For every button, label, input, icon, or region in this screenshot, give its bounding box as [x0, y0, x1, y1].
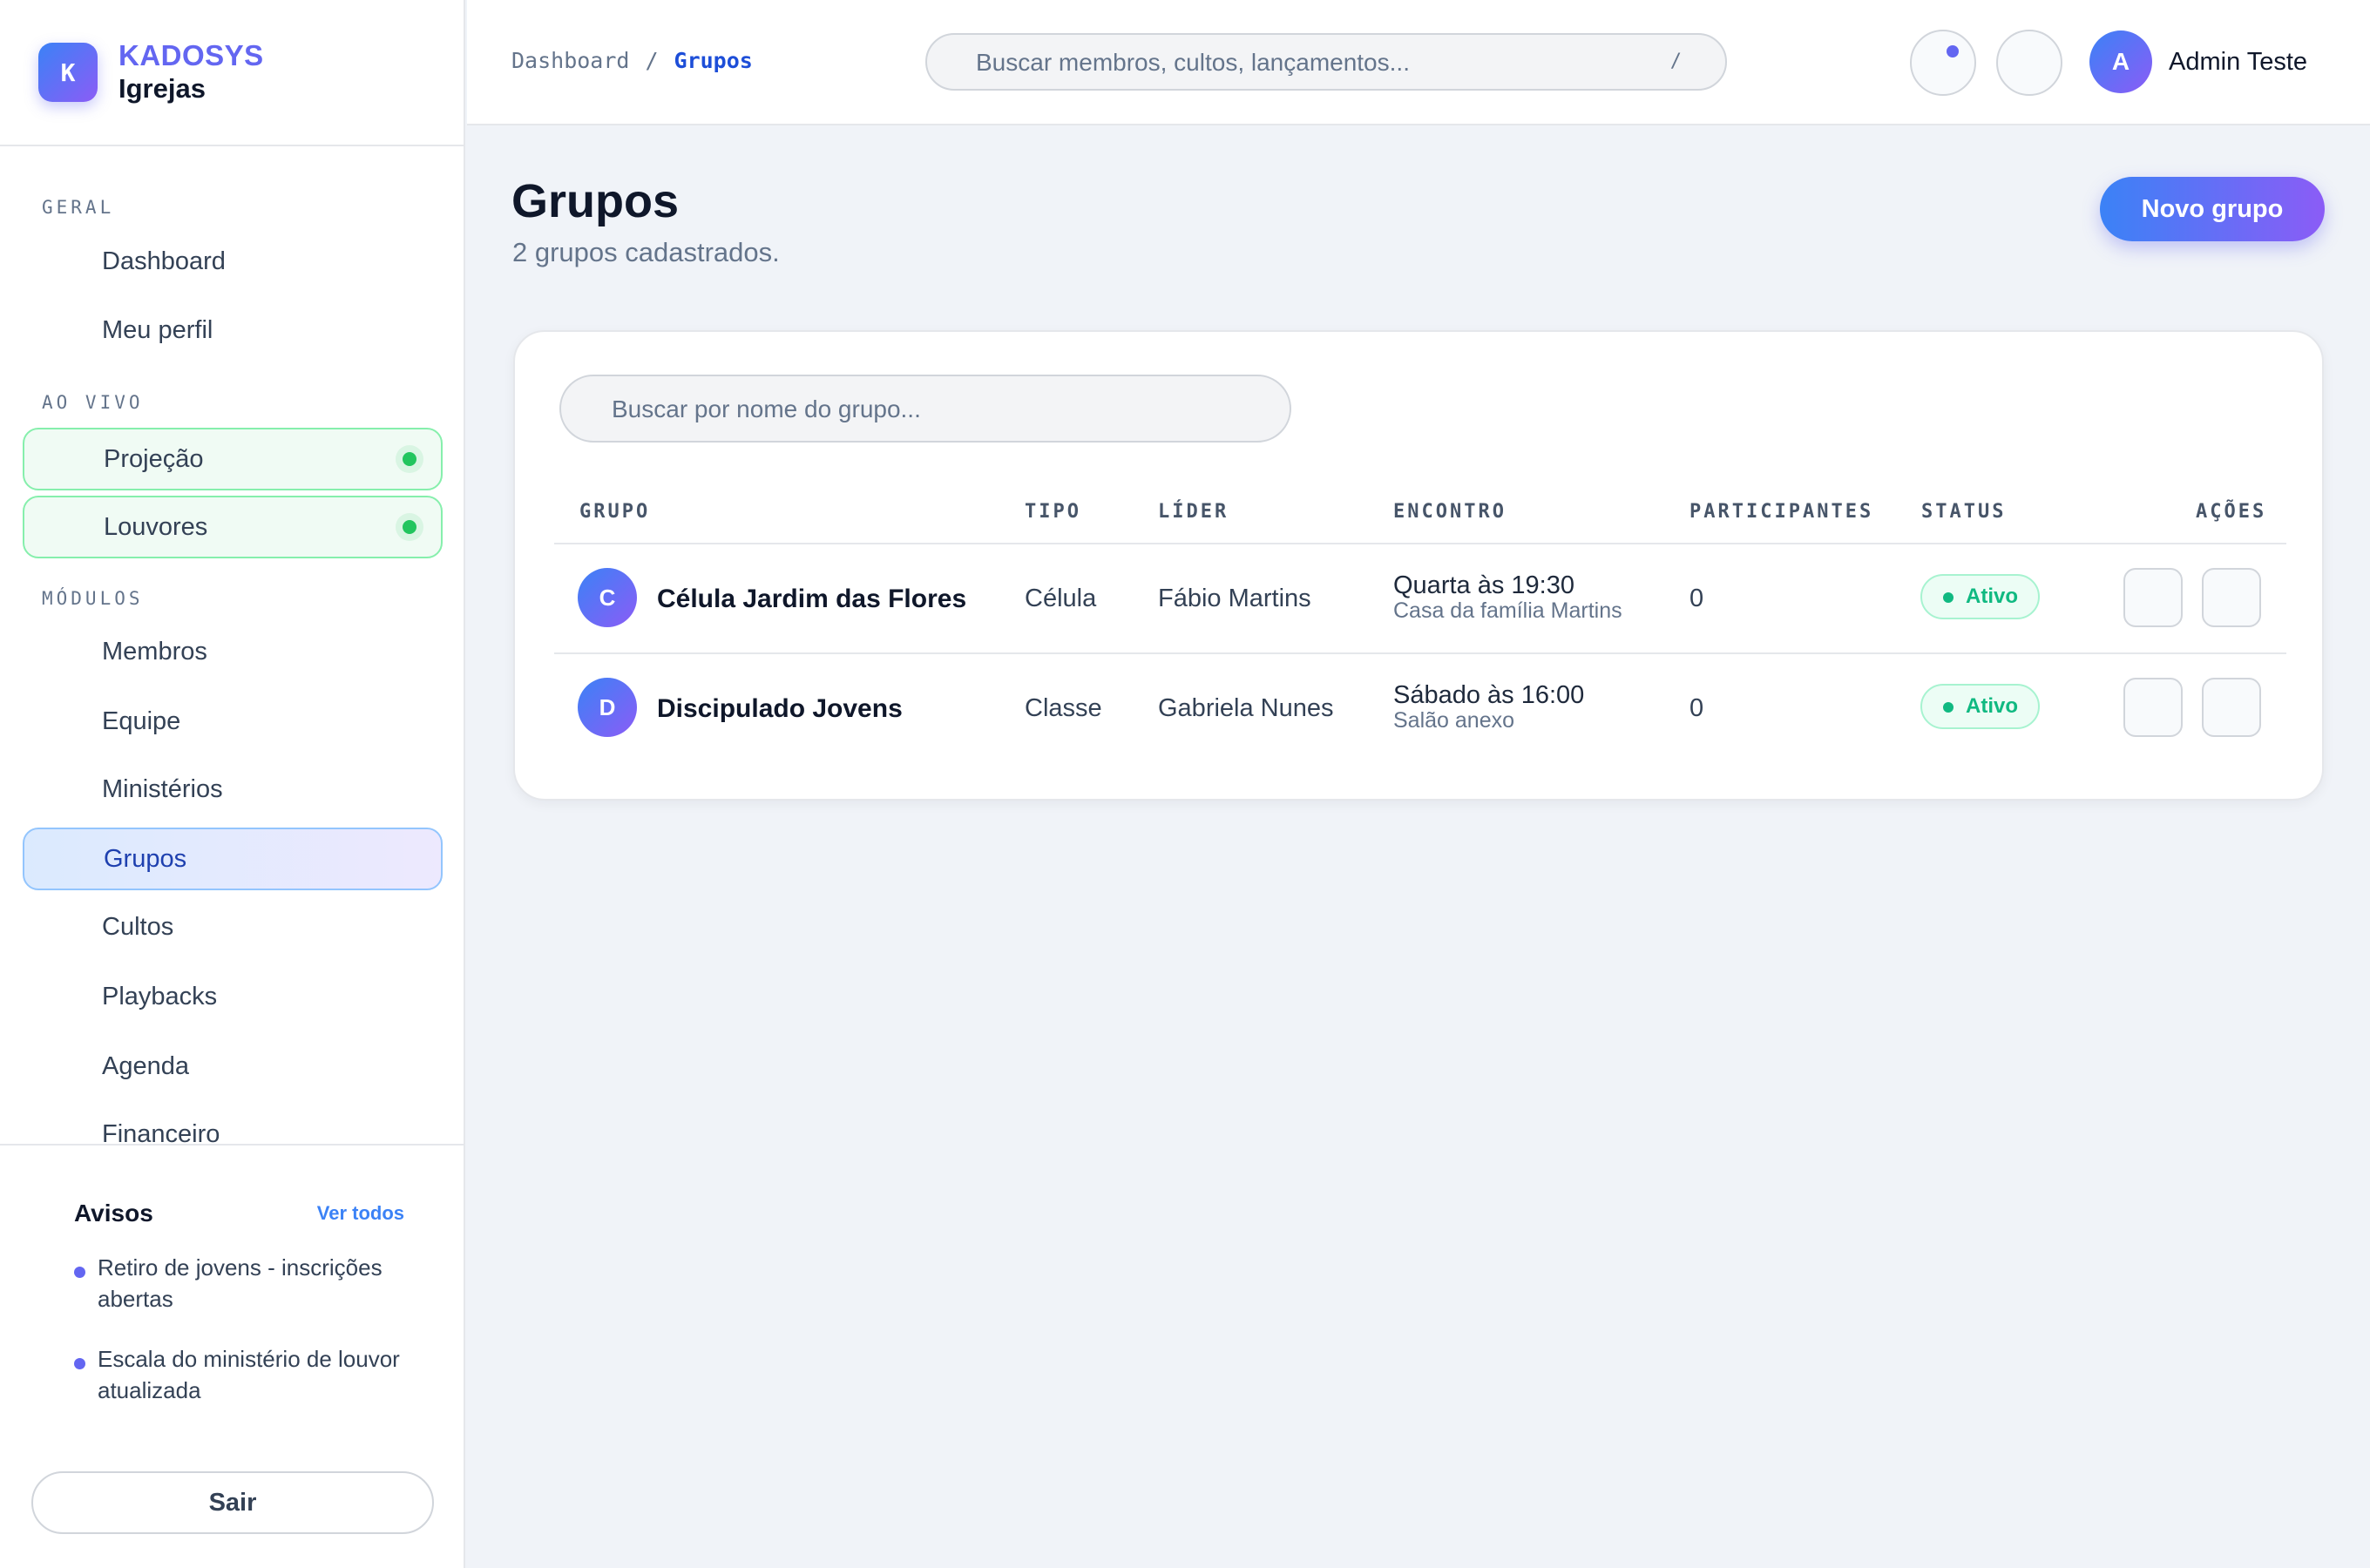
sidebar-item-grupos[interactable]: Grupos	[23, 828, 443, 890]
breadcrumb-separator: /	[645, 48, 659, 73]
meeting-location: Casa da família Martins	[1393, 598, 1622, 623]
group-avatar: C	[578, 568, 637, 627]
theme-toggle-button[interactable]	[1996, 30, 2062, 96]
meeting-time: Quarta às 19:30	[1393, 571, 1574, 599]
column-header-tipo: TIPO	[1025, 501, 1081, 523]
sidebar-nav: GERAL Dashboard Meu perfil AO VIVO Proje…	[0, 146, 465, 1144]
group-search[interactable]	[559, 375, 1291, 443]
group-name[interactable]: Discipulado Jovens	[657, 694, 903, 724]
sidebar-item-projecao[interactable]: Projeção	[23, 428, 443, 490]
avisos-header: Avisos Ver todos	[74, 1200, 404, 1227]
edit-button[interactable]	[2123, 568, 2183, 627]
section-label-ao-vivo: AO VIVO	[42, 392, 144, 413]
status-badge: Ativo	[1920, 574, 2040, 619]
sidebar-item-label: Projeção	[104, 444, 204, 473]
sidebar-item-louvores[interactable]: Louvores	[23, 496, 443, 558]
notifications-button[interactable]	[1910, 30, 1976, 96]
top-header: Dashboard / Grupos / A Admin Teste	[467, 0, 2370, 125]
sidebar: K KADOSYS Igrejas GERAL Dashboard Meu pe…	[0, 0, 465, 1568]
meeting-location: Salão anexo	[1393, 708, 1515, 733]
live-indicator-icon	[396, 513, 423, 541]
column-header-encontro: ENCONTRO	[1393, 501, 1507, 523]
search-shortcut-hint: /	[1669, 51, 1682, 72]
section-label-geral: GERAL	[42, 197, 115, 218]
breadcrumb-root[interactable]: Dashboard	[511, 48, 629, 73]
user-avatar[interactable]: A	[2089, 30, 2152, 93]
page-title: Grupos	[511, 175, 680, 227]
edit-button[interactable]	[2123, 678, 2183, 737]
sidebar-item-playbacks[interactable]: Playbacks	[23, 965, 443, 1028]
table-divider	[554, 652, 2286, 654]
global-search-input[interactable]	[976, 45, 1638, 80]
brand-subtitle: Igrejas	[118, 73, 206, 104]
column-header-grupo: GRUPO	[579, 501, 651, 523]
group-type: Classe	[1025, 694, 1102, 722]
sidebar-item-equipe[interactable]: Equipe	[23, 690, 443, 753]
aviso-item[interactable]: Escala do ministério de louvor atualizad…	[74, 1343, 405, 1406]
global-search[interactable]: /	[925, 33, 1727, 91]
groups-card: GRUPO TIPO LÍDER ENCONTRO PARTICIPANTES …	[513, 330, 2324, 801]
status-badge: Ativo	[1920, 684, 2040, 729]
avisos-title: Avisos	[74, 1200, 153, 1227]
column-header-acoes: AÇÕES	[2196, 501, 2267, 523]
column-header-status: STATUS	[1921, 501, 2007, 523]
page-subtitle: 2 grupos cadastrados.	[512, 237, 780, 267]
bullet-icon	[74, 1267, 85, 1278]
breadcrumb: Dashboard / Grupos	[511, 48, 753, 73]
brand-logo: K	[38, 43, 98, 102]
sidebar-item-ministerios[interactable]: Ministérios	[23, 758, 443, 821]
group-leader: Fábio Martins	[1158, 585, 1311, 612]
group-type: Célula	[1025, 585, 1097, 612]
meeting-time: Sábado às 16:00	[1393, 681, 1585, 709]
delete-button[interactable]	[2202, 678, 2261, 737]
participants-count: 0	[1689, 585, 1704, 612]
live-indicator-icon	[396, 445, 423, 473]
user-name[interactable]: Admin Teste	[2169, 48, 2307, 77]
column-header-lider: LÍDER	[1158, 501, 1229, 523]
group-search-input[interactable]	[612, 392, 1256, 427]
group-avatar: D	[578, 678, 637, 737]
ver-todos-link[interactable]: Ver todos	[317, 1202, 404, 1225]
logout-button[interactable]: Sair	[31, 1471, 434, 1534]
bullet-icon	[74, 1358, 85, 1369]
notification-dot-icon	[1947, 45, 1959, 57]
breadcrumb-current: Grupos	[674, 48, 753, 73]
brand[interactable]: K KADOSYS Igrejas	[0, 0, 464, 146]
brand-text: KADOSYS Igrejas	[118, 39, 264, 105]
brand-name: KADOSYS	[118, 39, 264, 71]
sidebar-item-membros[interactable]: Membros	[23, 620, 443, 683]
aviso-text: Escala do ministério de louvor atualizad…	[98, 1346, 400, 1403]
participants-count: 0	[1689, 694, 1704, 722]
sidebar-item-meu-perfil[interactable]: Meu perfil	[23, 299, 443, 362]
section-label-modulos: MÓDULOS	[42, 588, 144, 609]
sidebar-item-agenda[interactable]: Agenda	[23, 1035, 443, 1098]
sidebar-item-financeiro[interactable]: Financeiro	[23, 1103, 443, 1145]
sidebar-item-dashboard[interactable]: Dashboard	[23, 230, 443, 293]
delete-button[interactable]	[2202, 568, 2261, 627]
aviso-item[interactable]: Retiro de jovens - inscrições abertas	[74, 1252, 405, 1315]
table-divider	[554, 543, 2286, 544]
aviso-text: Retiro de jovens - inscrições abertas	[98, 1254, 383, 1312]
new-group-button[interactable]: Novo grupo	[2100, 177, 2325, 241]
sidebar-item-label: Louvores	[104, 512, 208, 541]
group-leader: Gabriela Nunes	[1158, 694, 1334, 722]
group-name[interactable]: Célula Jardim das Flores	[657, 585, 966, 614]
avisos-panel: Avisos Ver todos Retiro de jovens - insc…	[0, 1144, 465, 1568]
sidebar-item-cultos[interactable]: Cultos	[23, 896, 443, 958]
column-header-participantes: PARTICIPANTES	[1689, 501, 1874, 523]
